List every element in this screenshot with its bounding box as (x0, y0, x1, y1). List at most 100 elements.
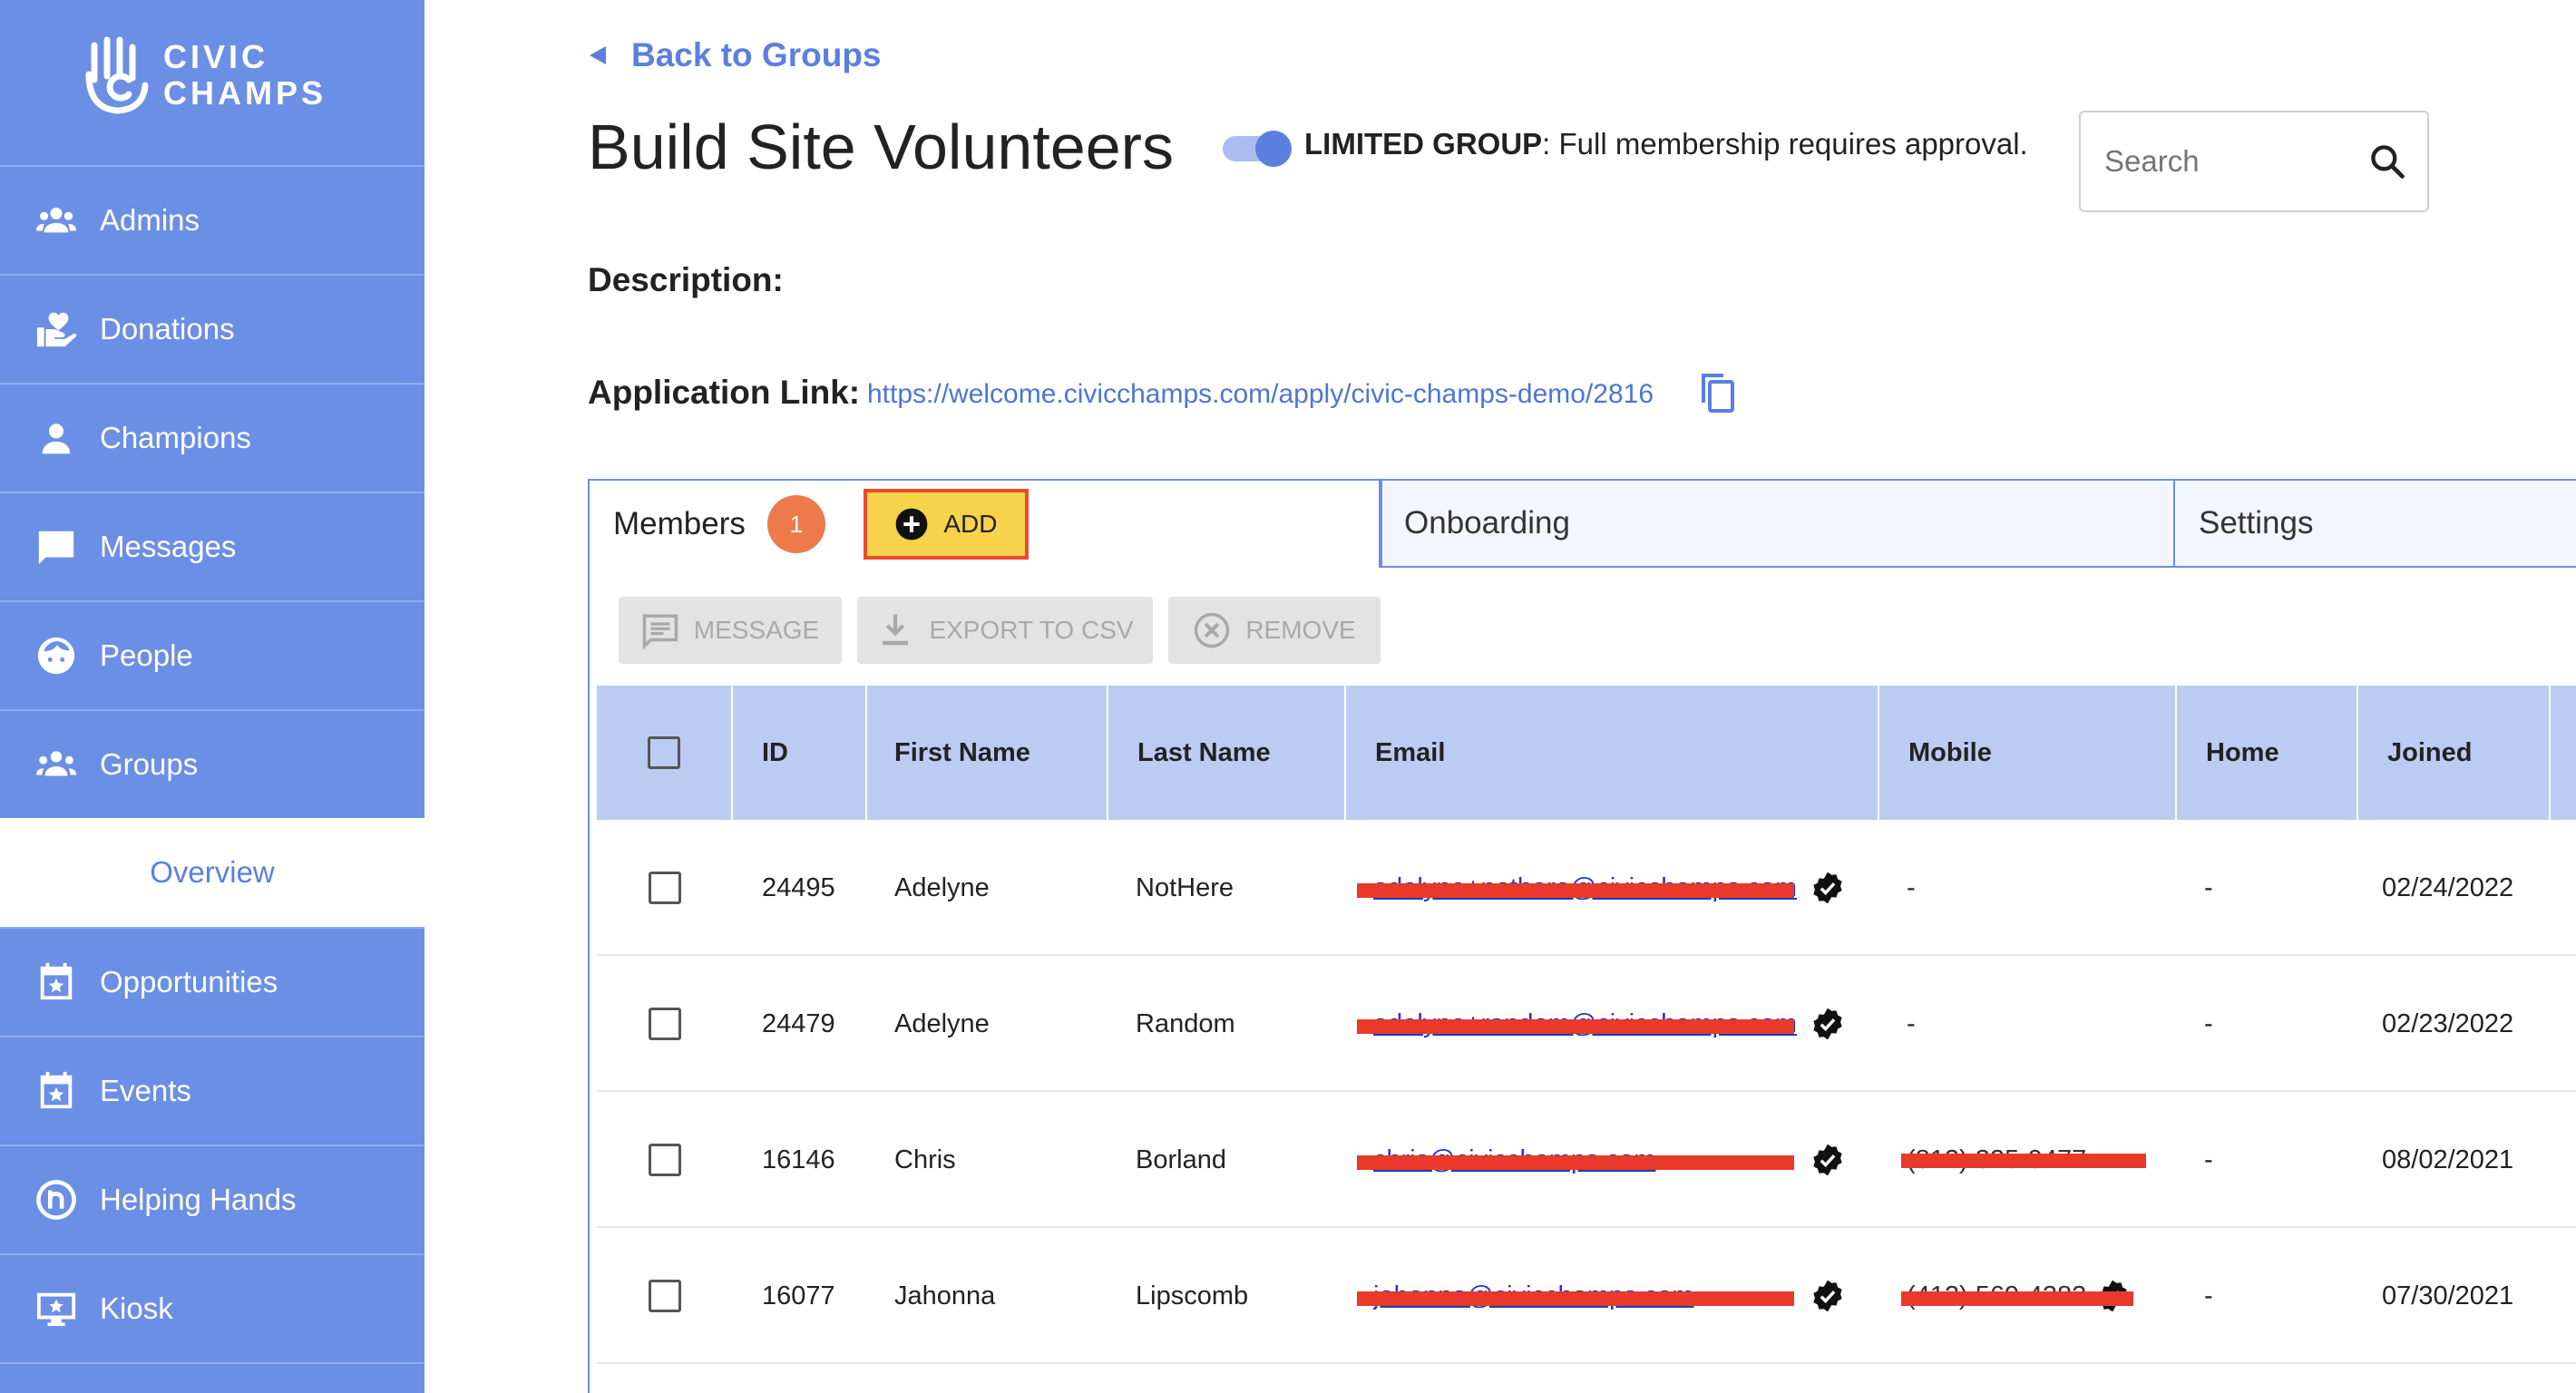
cell-mobile: - (1907, 872, 1916, 902)
verified-icon (1813, 1008, 1842, 1040)
cell-joined: 02/24/2022 (2382, 872, 2514, 902)
chat-icon (34, 525, 78, 569)
helping-hands-icon (34, 1178, 78, 1222)
people-icon (34, 199, 78, 242)
row-checkbox-cell (597, 1228, 733, 1364)
back-to-groups-link[interactable]: Back to Groups (590, 36, 882, 74)
sidebar: CIVIC CHAMPS Admins Donations Champions … (0, 0, 424, 1393)
row-checkbox-cell (597, 1092, 733, 1228)
search-input[interactable] (2104, 144, 2358, 179)
sidebar-item-overview[interactable]: Overview (0, 818, 424, 927)
table-row[interactable]: 16146 Chris Borland chris@civicchamps.co… (597, 1092, 2576, 1228)
remove-button-label: REMOVE (1245, 616, 1356, 644)
sidebar-item-label: Champions (100, 421, 251, 454)
row-checkbox[interactable] (649, 1144, 681, 1176)
column-header-joined[interactable]: Joined (2358, 686, 2551, 820)
limited-group-toggle[interactable] (1223, 131, 1292, 167)
limited-group-text: LIMITED GROUP: Full membership requires … (1304, 127, 2028, 161)
cell-mobile: - (1907, 1008, 1916, 1038)
application-link-label: Application Link: (588, 374, 861, 411)
calendar-star-icon (34, 960, 78, 1004)
row-checkbox-cell (597, 956, 733, 1092)
column-header-email[interactable]: Email (1346, 686, 1879, 820)
sidebar-item-label: Donations (100, 312, 235, 346)
tab-settings[interactable]: Settings (2173, 479, 2576, 568)
export-button-label: EXPORT TO CSV (929, 616, 1134, 644)
cell-email: adelyne+nothere@civicchamps.com (1357, 820, 1845, 956)
cell-home: - (2204, 872, 2213, 902)
cell-last-name: Lipscomb (1136, 1281, 1249, 1310)
tab-members[interactable]: Members 1 ADD (588, 479, 1381, 568)
cell-id: 16146 (762, 1145, 835, 1174)
column-header-id[interactable]: ID (733, 686, 867, 820)
table-row[interactable]: 16077 Jahonna Lipscomb jahonna@civiccham… (597, 1228, 2576, 1364)
table-row[interactable]: 24495 Adelyne NotHere adelyne+nothere@ci… (597, 820, 2576, 956)
logo-line-1: CIVIC (163, 38, 269, 75)
cell-home: - (2204, 1008, 2213, 1038)
download-icon (883, 614, 909, 646)
logo-line-2: CHAMPS (163, 74, 327, 112)
table-row[interactable]: 24479 Adelyne Random adelyne+random@civi… (597, 956, 2576, 1092)
sidebar-item-label: Opportunities (100, 965, 278, 998)
logo-text: CIVIC CHAMPS (163, 39, 327, 112)
sidebar-item-groups[interactable]: Groups (0, 709, 424, 818)
sidebar-item-kiosk[interactable]: Kiosk (0, 1253, 424, 1362)
sidebar-item-admins[interactable]: Admins (0, 165, 424, 274)
sidebar-item-label: Overview (150, 855, 275, 889)
sidebar-item-people[interactable]: People (0, 600, 424, 709)
row-checkbox[interactable] (649, 1280, 681, 1312)
cell-email: chris@civicchamps.com (1357, 1092, 1845, 1228)
sidebar-item-messages[interactable]: Messages (0, 492, 424, 600)
verified-icon (1813, 1144, 1842, 1176)
limited-group-description: : Full membership requires approval. (1542, 127, 2028, 161)
column-header-home[interactable]: Home (2177, 686, 2358, 820)
hand-logo-icon (85, 36, 149, 114)
sidebar-item-opportunities[interactable]: Opportunities (0, 927, 424, 1036)
search-icon[interactable] (2367, 141, 2407, 181)
limited-group-label: LIMITED GROUP (1304, 127, 1543, 161)
table-header: ID First Name Last Name Email Mobile Hom… (597, 686, 2576, 820)
application-link[interactable]: https://welcome.civicchamps.com/apply/ci… (867, 379, 1654, 410)
page-title: Build Site Volunteers (588, 112, 1174, 182)
redaction-mark (1901, 1291, 2133, 1306)
redaction-mark (1357, 1019, 1794, 1034)
sidebar-item-label: People (100, 638, 193, 672)
copy-icon[interactable] (1700, 372, 1736, 414)
select-all-checkbox[interactable] (648, 736, 680, 769)
donation-hand-icon (34, 307, 78, 351)
remove-button[interactable]: REMOVE (1168, 597, 1381, 664)
civic-champs-logo[interactable]: CIVIC CHAMPS (83, 34, 327, 116)
sidebar-item-champions[interactable]: Champions (0, 383, 424, 492)
column-header-mobile[interactable]: Mobile (1879, 686, 2177, 820)
tab-settings-label: Settings (2199, 505, 2314, 541)
person-icon (34, 416, 78, 460)
cell-mobile: (812) 325-9477 (1901, 1092, 2146, 1228)
column-header-last-name[interactable]: Last Name (1108, 686, 1346, 820)
message-icon (642, 614, 678, 649)
sidebar-item-label: Kiosk (100, 1291, 173, 1325)
verified-icon (1813, 1280, 1842, 1312)
sidebar-item-donations[interactable]: Donations (0, 274, 424, 383)
sidebar-item-label: Helping Hands (100, 1183, 297, 1216)
cell-id: 16077 (762, 1281, 835, 1310)
add-member-button[interactable]: ADD (863, 489, 1029, 560)
message-button[interactable]: MESSAGE (619, 597, 842, 664)
sidebar-item-label: Messages (100, 530, 237, 563)
face-icon (34, 634, 78, 677)
message-button-label: MESSAGE (693, 616, 820, 644)
export-csv-button[interactable]: EXPORT TO CSV (857, 597, 1153, 664)
cell-joined: 07/30/2021 (2382, 1281, 2514, 1310)
column-header-first-name[interactable]: First Name (867, 686, 1108, 820)
row-checkbox-cell (597, 820, 733, 956)
row-checkbox[interactable] (649, 872, 681, 904)
redaction-mark (1357, 1155, 1794, 1170)
row-checkbox[interactable] (649, 1008, 681, 1040)
sidebar-item-events[interactable]: Events (0, 1036, 424, 1145)
calendar-star-icon (34, 1069, 78, 1113)
sidebar-item-helping-hands[interactable]: Helping Hands (0, 1145, 424, 1253)
plus-circle-icon (895, 508, 928, 541)
cell-mobile: (412) 569-4383 (1901, 1228, 2133, 1364)
group-icon (34, 743, 78, 786)
tab-onboarding[interactable]: Onboarding (1381, 479, 2175, 568)
back-arrow-icon (590, 46, 606, 64)
